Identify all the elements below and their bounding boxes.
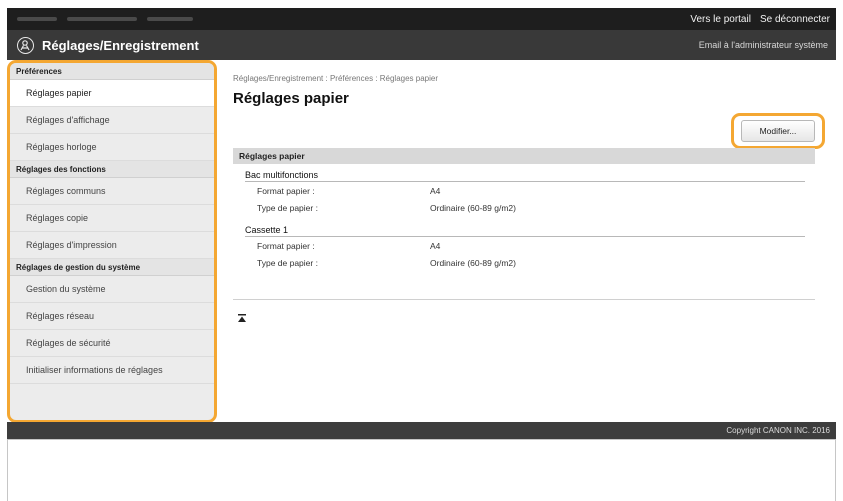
sidebar-item-network-settings[interactable]: Réglages réseau — [10, 303, 214, 330]
sidebar-item-display-settings[interactable]: Réglages d'affichage — [10, 107, 214, 134]
setting-value: Ordinaire (60-89 g/m2) — [430, 257, 516, 268]
group-title: Cassette 1 — [245, 225, 805, 237]
setting-label: Format papier : — [257, 240, 315, 251]
setting-value: A4 — [430, 185, 441, 196]
bottom-panel — [7, 439, 836, 501]
portal-link[interactable]: Vers le portail — [690, 14, 751, 25]
modify-button-highlight: Modifier... — [731, 113, 825, 149]
modify-button[interactable]: Modifier... — [741, 120, 815, 142]
footer: Copyright CANON INC. 2016 — [7, 422, 836, 439]
sidebar-item-paper-settings[interactable]: Réglages papier — [10, 80, 214, 107]
main-content: Réglages/Enregistrement : Préférences : … — [233, 60, 833, 423]
group-multipurpose-tray: Bac multifonctions Format papier : A4 Ty… — [245, 170, 805, 216]
group-title: Bac multifonctions — [245, 170, 805, 182]
setting-row: Format papier : A4 — [245, 182, 805, 199]
top-bar: Vers le portail Se déconnecter — [7, 8, 836, 30]
sidebar-item-print-settings[interactable]: Réglages d'impression — [10, 232, 214, 259]
sidebar-item-clock-settings[interactable]: Réglages horloge — [10, 134, 214, 161]
browser-page: Vers le portail Se déconnecter Réglages/… — [7, 8, 836, 501]
copyright-text: Copyright CANON INC. 2016 — [726, 426, 830, 435]
setting-row: Format papier : A4 — [245, 237, 805, 254]
sidebar-section-system-management: Réglages de gestion du système — [10, 259, 214, 276]
blurred-device-info — [17, 17, 193, 21]
breadcrumb: Réglages/Enregistrement : Préférences : … — [233, 74, 438, 83]
app-title: Réglages/Enregistrement — [42, 37, 199, 53]
settings-register-icon — [17, 36, 34, 54]
sidebar-item-system-management[interactable]: Gestion du système — [10, 276, 214, 303]
header-bar: Réglages/Enregistrement Email à l'admini… — [7, 30, 836, 60]
sidebar-section-preferences: Préférences — [10, 63, 214, 80]
sidebar-section-function-settings: Réglages des fonctions — [10, 161, 214, 178]
setting-row: Type de papier : Ordinaire (60-89 g/m2) — [245, 254, 805, 271]
settings-section-header: Réglages papier — [233, 148, 815, 164]
sidebar: Préférences Réglages papier Réglages d'a… — [7, 60, 217, 423]
sidebar-item-initialize-settings[interactable]: Initialiser informations de réglages — [10, 357, 214, 384]
admin-email-link[interactable]: Email à l'administrateur système — [699, 40, 828, 50]
setting-label: Type de papier : — [257, 257, 318, 268]
setting-value: Ordinaire (60-89 g/m2) — [430, 202, 516, 213]
setting-row: Type de papier : Ordinaire (60-89 g/m2) — [245, 199, 805, 216]
sidebar-item-copy-settings[interactable]: Réglages copie — [10, 205, 214, 232]
content-divider — [233, 299, 815, 300]
page-title: Réglages papier — [233, 90, 349, 107]
setting-value: A4 — [430, 240, 441, 251]
sidebar-item-common-settings[interactable]: Réglages communs — [10, 178, 214, 205]
group-cassette-1: Cassette 1 Format papier : A4 Type de pa… — [245, 225, 805, 271]
sidebar-item-security-settings[interactable]: Réglages de sécurité — [10, 330, 214, 357]
back-to-top-icon[interactable] — [238, 309, 246, 327]
setting-label: Format papier : — [257, 185, 315, 196]
logout-link[interactable]: Se déconnecter — [760, 14, 830, 25]
setting-label: Type de papier : — [257, 202, 318, 213]
